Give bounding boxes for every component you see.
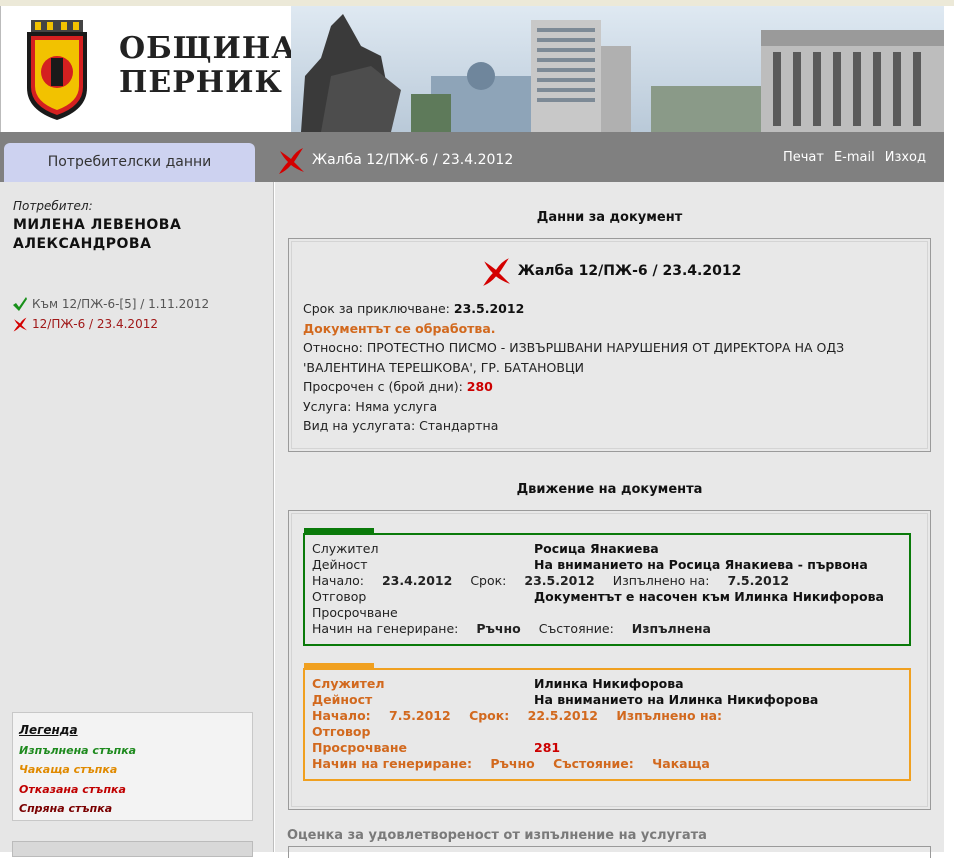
- step-status-tab: [304, 663, 374, 669]
- legend-rejected: Отказана стъпка: [19, 782, 126, 796]
- rating-section-title: Оценка за удовлетвореност от изпълнение …: [287, 828, 707, 843]
- subject-row: Относно: ПРОТЕСТНО ПИСМО - ИЗВЪРШВАНИ НА…: [303, 340, 845, 375]
- sidebar-panel-cutoff: [12, 841, 253, 857]
- user-name: МИЛЕНА ЛЕВЕНОВА АЛЕКСАНДРОВА: [13, 217, 182, 252]
- legend-done: Изпълнена стъпка: [19, 743, 137, 757]
- service-row: Услуга: Няма услуга: [303, 398, 438, 414]
- step-activity: На вниманието на Илинка Никифорова: [534, 692, 819, 707]
- legend-stopped: Спряна стъпка: [19, 802, 113, 815]
- step-status-tab: [304, 528, 374, 534]
- step-overdue-days: 281: [534, 740, 561, 755]
- current-document-heading: Жалба 12/ПЖ-6 / 23.4.2012: [276, 145, 513, 175]
- document-history-list: Към 12/ПЖ-6-[5] / 1.11.2012 12/ПЖ-6 / 23…: [12, 294, 209, 334]
- step-employee: Росица Янакиева: [534, 541, 659, 556]
- movement-step-waiting: Служител Илинка Никифорова Дейност На вним…: [303, 663, 911, 781]
- document-section-title: Данни за документ: [536, 210, 683, 225]
- main-content: Данни за документ Жалба 12/ПЖ-6 / 23.4.2…: [275, 182, 944, 858]
- checkmark-icon: [13, 297, 27, 311]
- history-item-rejected[interactable]: 12/ПЖ-6 / 23.4.2012: [12, 314, 209, 334]
- step-employee: Илинка Никифорова: [534, 676, 684, 691]
- left-sidebar: Потребител: МИЛЕНА ЛЕВЕНОВА АЛЕКСАНДРОВА…: [0, 182, 274, 857]
- rejected-x-icon: [482, 258, 510, 286]
- document-title: Жалба 12/ПЖ-6 / 23.4.2012: [289, 255, 932, 287]
- document-heading-text: Жалба 12/ПЖ-6 / 23.4.2012: [312, 152, 514, 168]
- document-movement-box: Служител Росица Янакиева Дейност На вниман…: [288, 510, 931, 810]
- movement-section-title: Движение на документа: [516, 482, 703, 497]
- site-banner: ОБЩИНА ПЕРНИК: [0, 6, 944, 132]
- deadline-row: Срок за приключване: 23.5.2012: [303, 301, 525, 316]
- top-navigation-bar: Потребителски данни Жалба 12/ПЖ-6 / 23.4…: [0, 132, 944, 182]
- legend-panel: Легенда Изпълнена стъпка Чакаща стъпка О…: [12, 712, 253, 821]
- legend-waiting: Чакаща стъпка: [19, 763, 118, 776]
- status-text: Документът се обработва.: [303, 320, 496, 336]
- city-collage-image: [291, 6, 944, 132]
- service-type-row: Вид на услугата: Стандартна: [303, 418, 499, 433]
- municipality-crest-logo: [27, 20, 87, 120]
- banner-title: ОБЩИНА ПЕРНИК: [119, 31, 297, 100]
- email-link[interactable]: E-mail: [834, 150, 875, 165]
- step-activity: На вниманието на Росица Янакиева - първо…: [534, 557, 868, 572]
- step-state: Изпълнена: [631, 621, 711, 636]
- step-state: Чакаща: [652, 756, 710, 771]
- document-data-box: Жалба 12/ПЖ-6 / 23.4.2012 Срок за приклю…: [288, 238, 931, 452]
- user-label: Потребител:: [13, 199, 93, 213]
- document-fields: Срок за приключване: 23.5.2012 Документъ…: [303, 299, 918, 436]
- rating-box: [288, 846, 931, 858]
- rejected-x-icon: [279, 148, 304, 174]
- rejected-x-icon: [13, 317, 27, 332]
- exit-link[interactable]: Изход: [885, 150, 926, 165]
- history-item-done[interactable]: Към 12/ПЖ-6-[5] / 1.11.2012: [12, 294, 209, 314]
- print-link[interactable]: Печат: [783, 150, 824, 165]
- overdue-row: Просрочен с (брой дни): 280: [303, 379, 493, 394]
- tab-user-data[interactable]: Потребителски данни: [4, 143, 255, 182]
- top-links: Печат E-mail Изход: [783, 150, 926, 165]
- step-answer: Документът е насочен към Илинка Никифоро…: [534, 589, 884, 604]
- legend-title: Легенда: [19, 723, 78, 737]
- movement-step-done: Служител Росица Янакиева Дейност На вниман…: [303, 528, 911, 646]
